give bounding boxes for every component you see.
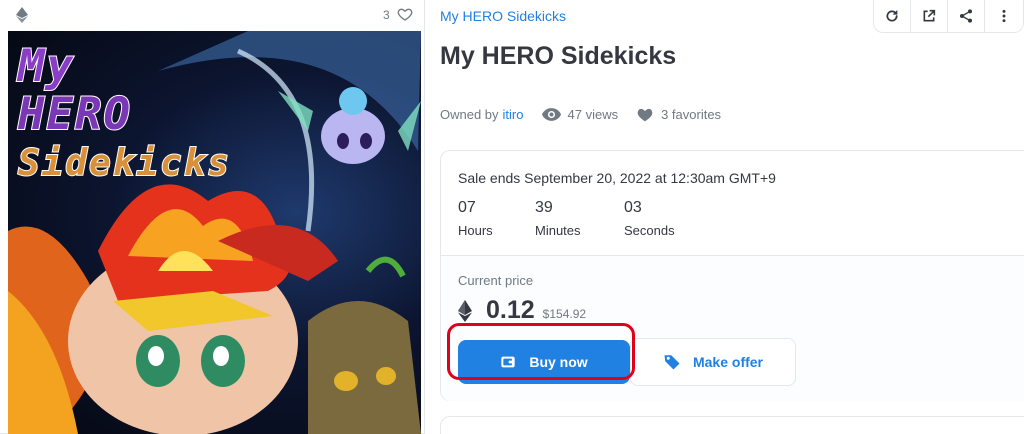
make-offer-button[interactable]: Make offer [630, 338, 796, 386]
countdown-hours: 07 Hours [458, 199, 535, 238]
buy-now-button[interactable]: Buy now [458, 340, 630, 384]
refresh-icon [886, 10, 898, 22]
sale-header: Sale ends September 20, 2022 at 12:30am … [441, 151, 1024, 256]
sale-ends-text: Sale ends September 20, 2022 at 12:30am … [458, 170, 776, 186]
views-count: 47 views [567, 106, 619, 122]
artwork-title-line-1: My [17, 40, 75, 93]
price-eth: 0.12 [486, 296, 535, 324]
heart-icon [637, 108, 653, 122]
countdown-value: 07 [458, 199, 476, 216]
artwork-title-line-3: Sidekicks [17, 142, 232, 185]
ethereum-icon [458, 299, 472, 322]
price-row: 0.12 $154.92 [458, 296, 586, 325]
countdown-label: Seconds [624, 223, 675, 238]
artwork-title-line-2: HERO [17, 88, 132, 141]
sale-card: Sale ends September 20, 2022 at 12:30am … [440, 150, 1024, 401]
favorite-count: 3 [383, 8, 390, 22]
tag-icon [664, 355, 680, 370]
more-icon [1002, 9, 1005, 23]
owned-by-label: Owned by [440, 106, 499, 122]
external-link-icon [923, 9, 936, 22]
countdown-value: 39 [535, 199, 553, 216]
next-section-card [440, 416, 1024, 434]
countdown-minutes: 39 Minutes [535, 199, 624, 238]
eye-icon [541, 107, 561, 121]
current-price-label: Current price [458, 273, 534, 288]
collection-link[interactable]: My HERO Sidekicks [440, 8, 566, 24]
buy-now-label: Buy now [529, 354, 588, 370]
share-icon [960, 9, 972, 23]
ethereum-icon [16, 7, 28, 23]
wallet-icon [501, 356, 515, 368]
countdown-label: Hours [458, 223, 493, 238]
heart-outline-icon[interactable] [397, 6, 413, 22]
media-header: 3 [0, 0, 424, 30]
item-toolbar [873, 0, 1024, 33]
countdown-seconds: 03 Seconds [624, 199, 704, 238]
countdown: 07 Hours 39 Minutes 03 Seconds [458, 199, 704, 238]
external-link-button[interactable] [911, 0, 948, 32]
refresh-button[interactable] [874, 0, 911, 32]
price-usd: $154.92 [542, 306, 587, 321]
owner-link[interactable]: itiro [503, 107, 524, 122]
views-stat: 47 views [541, 106, 619, 122]
favorites-stat: 3 favorites [636, 106, 721, 122]
favorites-count: 3 favorites [661, 106, 722, 122]
owner-row: Owned by itiro 47 views 3 favorites [440, 104, 721, 124]
nft-artwork[interactable]: My HERO Sidekicks [8, 31, 421, 434]
share-button[interactable] [948, 0, 985, 32]
item-title: My HERO Sidekicks [440, 42, 677, 70]
countdown-label: Minutes [535, 223, 581, 238]
price-section: Current price 0.12 $154.92 Buy now Make … [441, 256, 1024, 401]
countdown-value: 03 [624, 199, 642, 216]
make-offer-label: Make offer [692, 354, 764, 370]
media-card: 3 My HERO Sidekicks [0, 0, 425, 434]
more-options-button[interactable] [985, 0, 1022, 32]
action-buttons: Buy now Make offer [458, 338, 796, 386]
